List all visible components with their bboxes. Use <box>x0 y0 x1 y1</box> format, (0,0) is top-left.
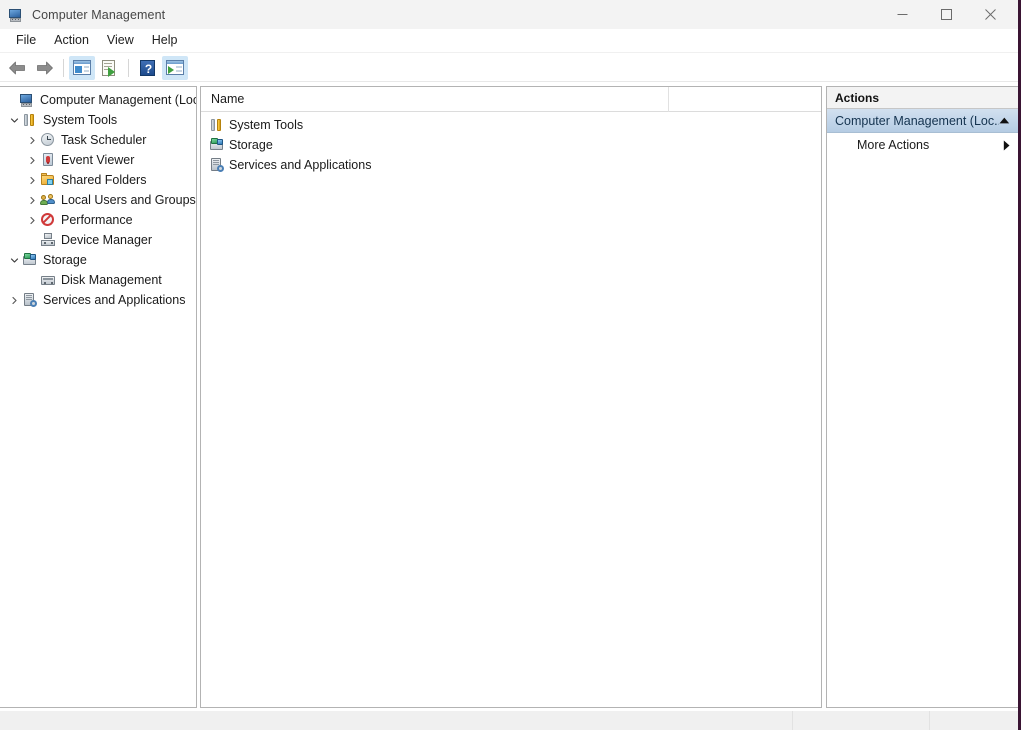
menu-view[interactable]: View <box>98 30 143 51</box>
action-pane-icon <box>164 57 186 79</box>
tree-item-label: Task Scheduler <box>61 132 146 148</box>
computer-management-window: Computer Management File Action View Hel… <box>0 0 1024 730</box>
list-item-system-tools[interactable]: System Tools <box>201 115 821 135</box>
chevron-right-icon[interactable] <box>24 172 40 188</box>
storage-icon <box>22 252 38 268</box>
tree-item-label: Shared Folders <box>61 172 146 188</box>
storage-icon <box>209 137 225 153</box>
tree-item-label: Event Viewer <box>61 152 134 168</box>
system-tools-icon <box>22 112 38 128</box>
back-button[interactable] <box>4 56 30 80</box>
performance-icon <box>40 212 56 228</box>
console-tree: Computer Management (Local) System Tools <box>0 87 196 707</box>
services-applications-icon <box>22 292 38 308</box>
window-controls <box>880 0 1012 29</box>
chevron-right-icon[interactable] <box>24 152 40 168</box>
minimize-button[interactable] <box>880 0 924 29</box>
console-tree-icon <box>71 57 93 79</box>
tree-item-disk-management[interactable]: Disk Management <box>0 270 196 290</box>
tree-item-system-tools[interactable]: System Tools <box>0 110 196 130</box>
chevron-right-icon[interactable] <box>24 192 40 208</box>
column-header-name[interactable]: Name <box>201 87 669 112</box>
actions-group-label: Computer Management (Loc... <box>835 114 999 128</box>
properties-button[interactable] <box>97 56 123 80</box>
tree-item-task-scheduler[interactable]: Task Scheduler <box>0 130 196 150</box>
tree-item-storage[interactable]: Storage <box>0 250 196 270</box>
computer-icon <box>8 7 24 23</box>
menu-help[interactable]: Help <box>143 30 187 51</box>
title-bar[interactable]: Computer Management <box>0 0 1018 29</box>
list-item-storage[interactable]: Storage <box>201 135 821 155</box>
actions-item-label: More Actions <box>857 138 1003 152</box>
tree-item-label: Storage <box>43 252 87 268</box>
actions-item-more-actions[interactable]: More Actions <box>827 133 1018 157</box>
actions-pane[interactable]: Actions Computer Management (Loc... More… <box>826 86 1018 708</box>
tree-item-label: Services and Applications <box>43 292 185 308</box>
list-item-label: Services and Applications <box>229 158 371 172</box>
maximize-button[interactable] <box>924 0 968 29</box>
status-segment-secondary <box>793 711 930 730</box>
forward-button[interactable] <box>32 56 58 80</box>
caret-up-icon[interactable] <box>999 117 1010 124</box>
status-segment-main <box>0 711 793 730</box>
menu-bar: File Action View Help <box>0 29 1018 53</box>
tree-item-event-viewer[interactable]: Event Viewer <box>0 150 196 170</box>
tree-item-label: System Tools <box>43 112 117 128</box>
computer-icon <box>19 92 35 108</box>
toolbar-separator <box>128 59 129 77</box>
actions-pane-header: Actions <box>827 87 1018 109</box>
list-rows: System Tools Storage Services and Applic… <box>201 112 821 175</box>
status-bar <box>0 711 1018 730</box>
tree-item-shared-folders[interactable]: Shared Folders <box>0 170 196 190</box>
disk-management-icon <box>40 272 56 288</box>
chevron-down-icon[interactable] <box>6 252 22 268</box>
list-item-label: System Tools <box>229 118 303 132</box>
tree-item-local-users-and-groups[interactable]: Local Users and Groups <box>0 190 196 210</box>
properties-page-icon <box>99 57 121 79</box>
tree-item-label: Disk Management <box>61 272 162 288</box>
result-list-pane[interactable]: Name System Tools Storage <box>200 86 822 708</box>
show-hide-console-tree-button[interactable] <box>69 56 95 80</box>
caret-right-icon[interactable] <box>1003 140 1010 151</box>
services-applications-icon <box>209 157 225 173</box>
chevron-right-icon[interactable] <box>24 212 40 228</box>
show-hide-action-pane-button[interactable] <box>162 56 188 80</box>
tree-item-device-manager[interactable]: Device Manager <box>0 230 196 250</box>
tree-item-label: Performance <box>61 212 133 228</box>
window-title: Computer Management <box>32 8 165 22</box>
tree-item-label: Local Users and Groups <box>61 192 196 208</box>
chevron-right-icon[interactable] <box>6 292 22 308</box>
chevron-right-icon[interactable] <box>24 132 40 148</box>
device-manager-icon <box>40 232 56 248</box>
toolbar: ? <box>0 54 1018 82</box>
list-column-header: Name <box>201 87 821 112</box>
chevron-down-icon[interactable] <box>6 112 22 128</box>
actions-group-computer-management[interactable]: Computer Management (Loc... <box>827 109 1018 133</box>
event-viewer-icon <box>40 152 56 168</box>
right-arrow-icon <box>36 61 54 75</box>
menu-action[interactable]: Action <box>45 30 98 51</box>
list-item-label: Storage <box>229 138 273 152</box>
shared-folders-icon <box>40 172 56 188</box>
users-groups-icon <box>40 192 56 208</box>
clock-icon <box>40 132 56 148</box>
system-tools-icon <box>209 117 225 133</box>
menu-file[interactable]: File <box>7 30 45 51</box>
close-button[interactable] <box>968 0 1012 29</box>
help-button[interactable]: ? <box>134 56 160 80</box>
status-segment-tertiary <box>930 711 1018 730</box>
list-item-services-and-applications[interactable]: Services and Applications <box>201 155 821 175</box>
tree-item-performance[interactable]: Performance <box>0 210 196 230</box>
tree-item-label: Computer Management (Local) <box>40 92 196 108</box>
tree-item-computer-management[interactable]: Computer Management (Local) <box>0 90 196 110</box>
tree-item-label: Device Manager <box>61 232 152 248</box>
left-arrow-icon <box>8 61 26 75</box>
console-tree-pane[interactable]: Computer Management (Local) System Tools <box>0 86 197 708</box>
actions-pane-title: Actions <box>835 91 879 105</box>
tree-item-services-and-applications[interactable]: Services and Applications <box>0 290 196 310</box>
help-question-icon: ? <box>136 57 158 79</box>
toolbar-separator <box>63 59 64 77</box>
column-header-label: Name <box>211 92 244 106</box>
